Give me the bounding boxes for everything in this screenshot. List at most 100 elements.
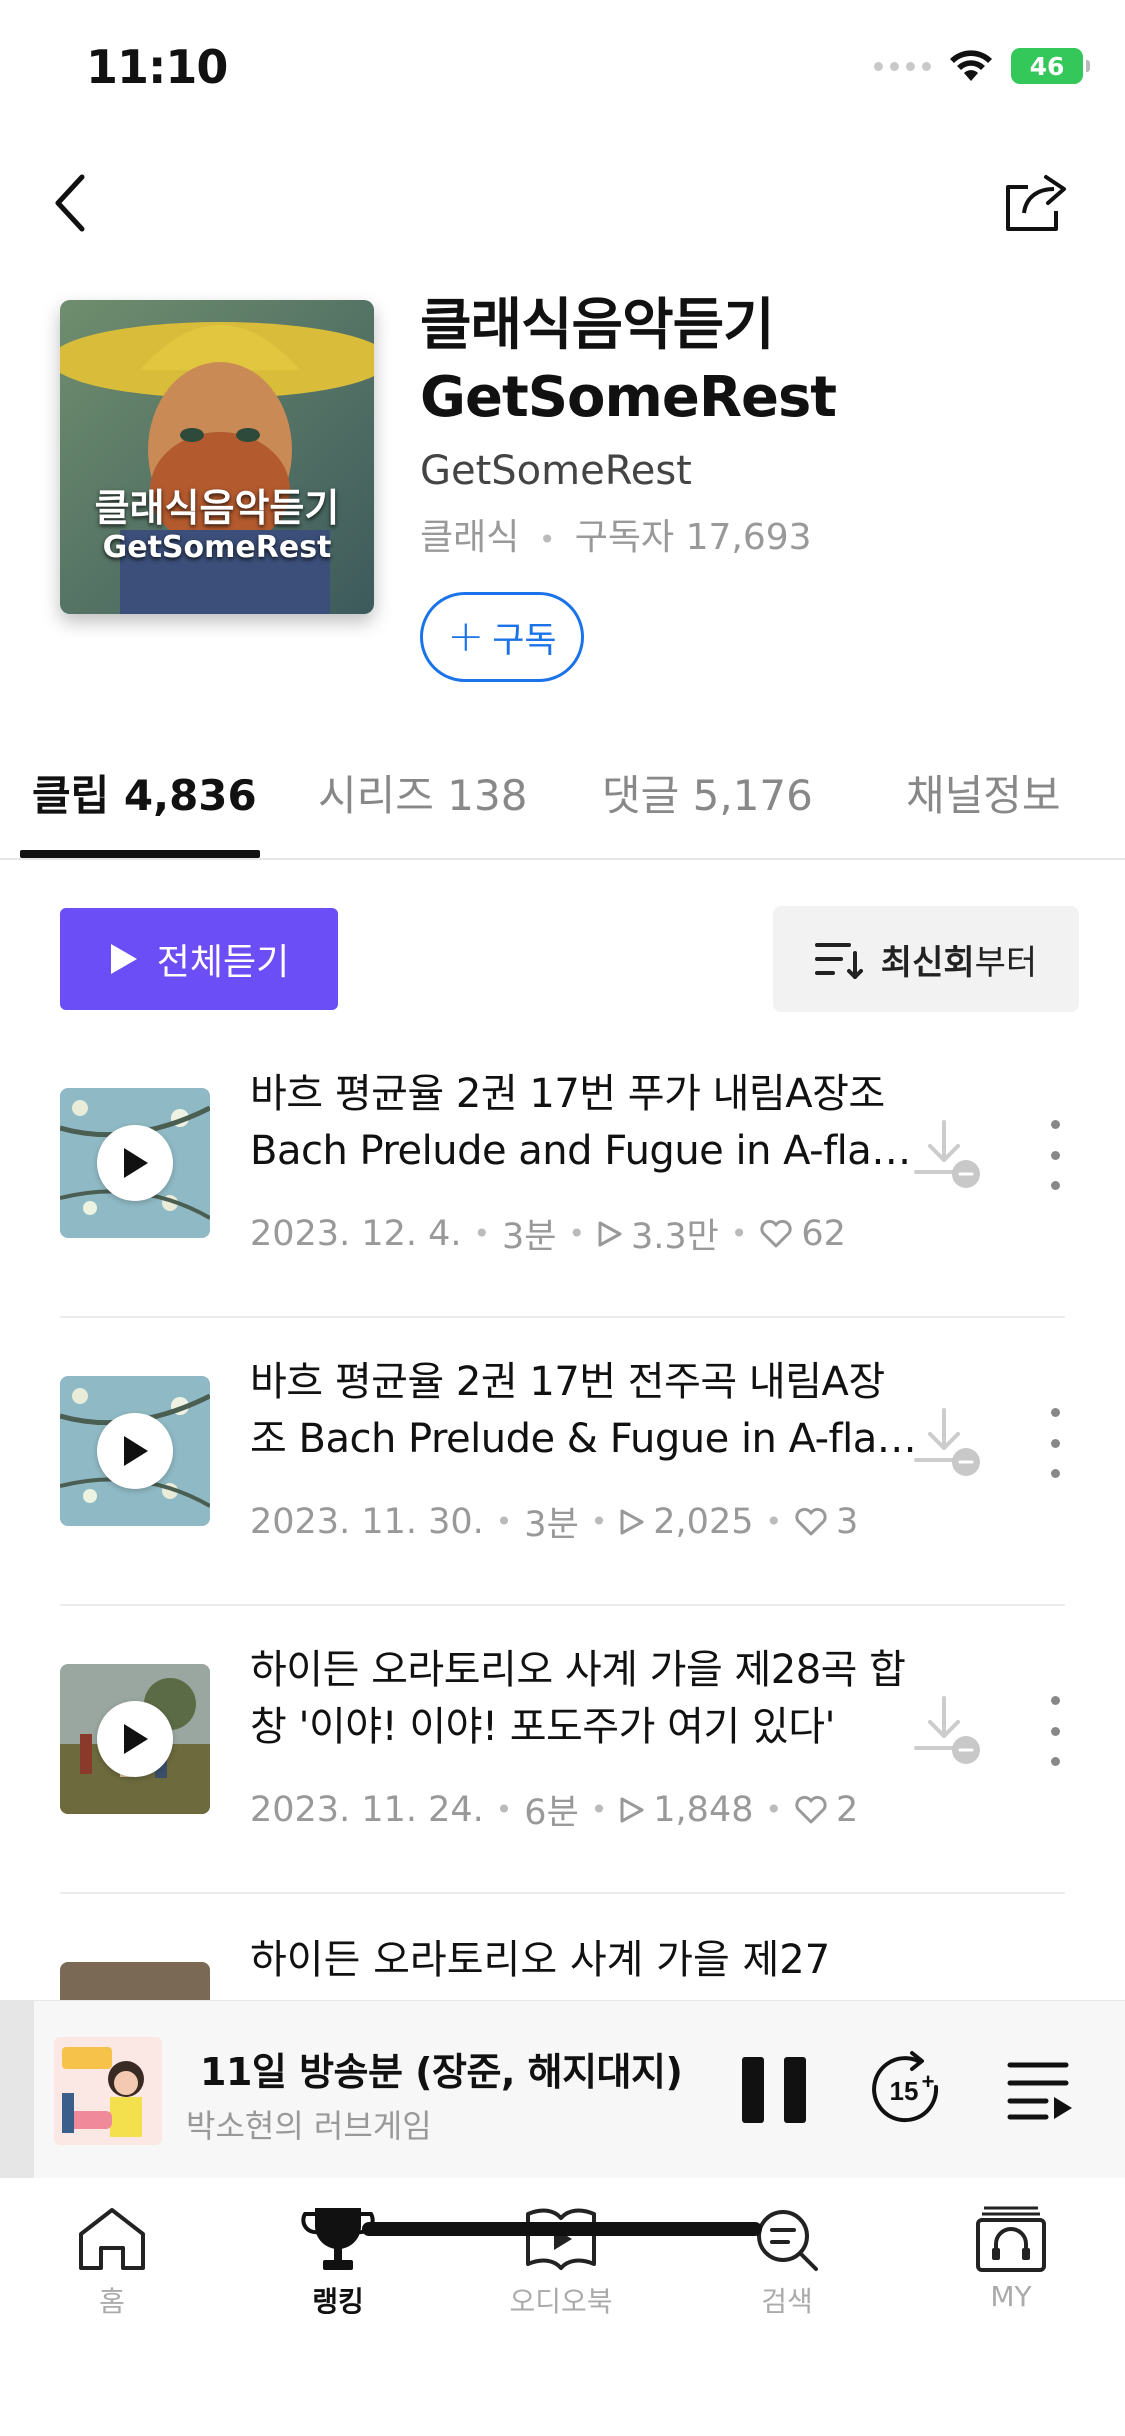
clip-date: 2023. 11. 30.: [250, 1501, 484, 1542]
subscribe-button[interactable]: + 구독: [420, 592, 584, 682]
clip-title[interactable]: 바흐 평균율 2권 17번 푸가 내림A장조 Bach Prelude and …: [250, 1066, 920, 1180]
nav-my[interactable]: MY: [946, 2204, 1076, 2313]
clip-item[interactable]: 하이든 오라토리오 사계 가을 제27: [60, 1940, 1065, 2000]
thumbnail-caption-line1: 클래식음악듣기: [94, 486, 340, 530]
play-all-button[interactable]: 전체듣기: [60, 908, 338, 1010]
play-icon: [110, 944, 137, 974]
audiobook-icon: [526, 2208, 596, 2270]
mini-player-title[interactable]: 11일 방송분 (장준, 해지대지): [200, 2041, 683, 2096]
play-icon: [124, 1148, 148, 1178]
channel-meta: 클래식 • 구독자 17,693: [420, 508, 812, 560]
home-icon: [79, 2208, 145, 2270]
clip-thumbnail[interactable]: [60, 1664, 210, 1814]
clip-title[interactable]: 바흐 평균율 2권 17번 전주곡 내림A장조 Bach Prelude & F…: [250, 1354, 920, 1468]
clip-title[interactable]: 하이든 오라토리오 사계 가을 제28곡 합창 '이야! 이야! 포도주가 여기…: [250, 1642, 920, 1756]
clip-play-button[interactable]: [97, 1413, 173, 1489]
skip-forward-15-button[interactable]: 15 +: [866, 2049, 948, 2131]
subscribe-label: 구독: [492, 620, 557, 661]
status-icons: 46: [874, 48, 1090, 84]
program-art-image: [54, 2037, 162, 2145]
download-disabled-icon[interactable]: [910, 1404, 990, 1484]
tab-channel-info[interactable]: 채널정보: [906, 762, 1061, 823]
sort-button[interactable]: 최신회부터: [773, 906, 1079, 1012]
skip-plus: +: [922, 2069, 935, 2094]
clip-duration: 3분: [502, 1217, 557, 1257]
download-disabled-icon[interactable]: [910, 1116, 990, 1196]
play-icon: [124, 1724, 148, 1754]
clip-date: 2023. 12. 4.: [250, 1213, 462, 1254]
clip-duration: 6분: [524, 1793, 579, 1833]
channel-category: 클래식: [420, 517, 520, 558]
sort-icon: [814, 943, 863, 979]
sort-label-bold: 최신회: [880, 942, 975, 983]
more-options-icon[interactable]: [1040, 1696, 1070, 1766]
channel-thumbnail: 클래식음악듣기 GetSomeRest: [60, 300, 374, 614]
clip-thumbnail[interactable]: [60, 1088, 210, 1238]
thumbnail-caption: 클래식음악듣기 GetSomeRest: [60, 485, 374, 565]
clip-likes: 3: [836, 1501, 859, 1542]
skip-seconds: 15: [890, 2076, 919, 2106]
trophy-icon: [301, 2208, 375, 2270]
clip-likes: 62: [801, 1213, 846, 1254]
back-chevron-icon: [55, 174, 85, 232]
clip-duration: 3분: [524, 1505, 579, 1545]
channel-title: 클래식음악듣기 GetSomeRest: [420, 290, 1080, 434]
tab-clips[interactable]: 클립 4,836: [32, 762, 257, 823]
mini-player-thumbnail[interactable]: [54, 2037, 162, 2145]
channel-title-line2: GetSomeRest: [420, 365, 837, 430]
pause-button[interactable]: [742, 2057, 806, 2127]
clip-plays: 1,848: [653, 1789, 754, 1830]
my-headphones-icon: [976, 2206, 1046, 2272]
battery-level: 46: [1029, 51, 1065, 81]
search-icon: [757, 2210, 818, 2271]
tab-series[interactable]: 시리즈 138: [318, 762, 527, 823]
clip-likes: 2: [836, 1789, 859, 1830]
nav-home[interactable]: 홈: [47, 2204, 177, 2320]
clip-meta: 2023. 11. 30. • 3분 • 2,025 • 3: [250, 1496, 858, 1547]
heart-icon: [760, 1219, 793, 1247]
share-button[interactable]: [997, 162, 1077, 242]
wifi-icon: [950, 50, 992, 81]
meta-separator: •: [538, 523, 556, 556]
more-options-icon[interactable]: [1040, 1120, 1070, 1190]
mini-player[interactable]: 11일 방송분 (장준, 해지대지) 박소현의 러브게임 15 +: [0, 2000, 1125, 2179]
more-options-icon[interactable]: [1040, 1408, 1070, 1478]
heart-icon: [795, 1795, 827, 1823]
clip-meta: 2023. 12. 4. • 3분 • 3.3만 • 62: [250, 1208, 846, 1259]
clip-title[interactable]: 하이든 오라토리오 사계 가을 제27: [250, 1940, 830, 1989]
tab-comments[interactable]: 댓글 5,176: [602, 762, 813, 823]
mini-player-strip: [0, 2001, 34, 2179]
channel-subscribers: 구독자 17,693: [574, 517, 812, 558]
clip-thumbnail[interactable]: [60, 1376, 210, 1526]
heart-icon: [795, 1507, 827, 1535]
channel-tabs: 클립 4,836 시리즈 138 댓글 5,176 채널정보: [0, 748, 1125, 860]
back-button[interactable]: [40, 168, 100, 238]
mini-player-subtitle[interactable]: 박소현의 러브게임: [186, 2101, 432, 2147]
clip-item[interactable]: 바흐 평균율 2권 17번 전주곡 내림A장조 Bach Prelude & F…: [60, 1318, 1065, 1606]
channel-owner[interactable]: GetSomeRest: [420, 448, 692, 494]
channel-title-line1: 클래식음악듣기: [420, 293, 775, 358]
nav-audiobook-label: 오디오북: [509, 2285, 613, 2318]
thumbnail-caption-line2: GetSomeRest: [102, 530, 332, 565]
clip-play-button[interactable]: [97, 1701, 173, 1777]
clip-plays: 2,025: [653, 1501, 754, 1542]
download-disabled-icon[interactable]: [910, 1692, 990, 1772]
clip-item[interactable]: 바흐 평균율 2권 17번 푸가 내림A장조 Bach Prelude and …: [60, 1030, 1065, 1318]
sort-label-rest: 부터: [974, 942, 1038, 983]
battery-icon: 46: [1011, 48, 1090, 84]
status-time: 11:10: [86, 40, 228, 94]
share-icon: [1006, 175, 1066, 231]
playlist-icon[interactable]: [1006, 2057, 1074, 2123]
clip-play-button[interactable]: [97, 1125, 173, 1201]
home-indicator: [362, 2222, 762, 2236]
sort-label: 최신회부터: [881, 935, 1037, 984]
clip-thumbnail[interactable]: [60, 1962, 210, 2000]
plays-icon: [598, 1221, 622, 1246]
nav-my-label: MY: [990, 2280, 1032, 2313]
clip-date: 2023. 11. 24.: [250, 1789, 484, 1830]
bottom-navigation: 홈 랭킹 오디오북 검색 MY: [0, 2178, 1125, 2436]
status-bar: 11:10 46: [0, 0, 1125, 140]
clip-item[interactable]: 하이든 오라토리오 사계 가을 제28곡 합창 '이야! 이야! 포도주가 여기…: [60, 1606, 1065, 1894]
play-all-label: 전체듣기: [156, 942, 290, 983]
plays-icon: [620, 1797, 644, 1822]
